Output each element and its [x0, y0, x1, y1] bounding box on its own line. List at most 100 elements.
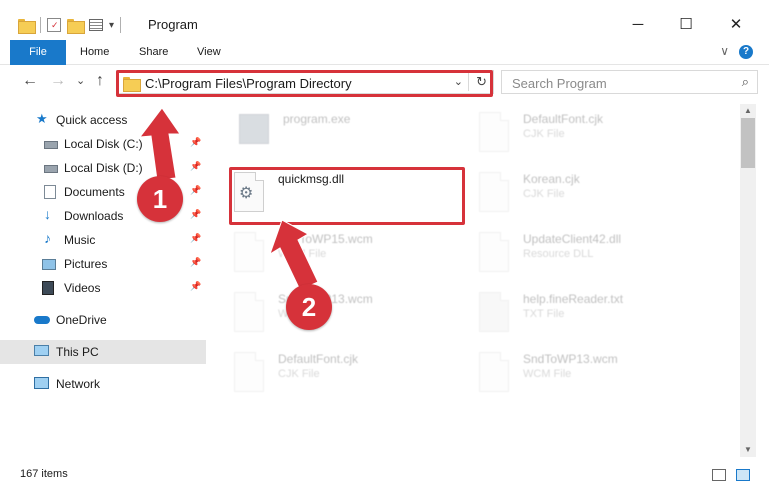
pin-icon[interactable]: 📌	[190, 281, 201, 292]
scroll-up-icon[interactable]: ▲	[744, 106, 752, 115]
callout-badge-1: 1	[137, 176, 183, 222]
sidebar-item-network[interactable]: Network	[0, 372, 206, 396]
sidebar-item-label: Videos	[64, 281, 101, 295]
sidebar-item-label: Quick access	[56, 113, 128, 127]
sidebar-item-local-disk-c[interactable]: Local Disk (C:) 📌	[0, 132, 206, 156]
file-icon	[479, 292, 509, 332]
videos-icon	[42, 281, 54, 295]
pin-icon[interactable]: 📌	[190, 257, 201, 268]
forward-button[interactable]: →	[50, 72, 66, 90]
file-name: help.fineReader.txt	[523, 292, 624, 306]
file-type: CJK File	[523, 188, 565, 200]
file-name: UpdateClient42.dll	[523, 232, 622, 246]
file-name: DefaultFont.cjk	[278, 352, 359, 366]
file-icon	[234, 352, 264, 392]
drive-icon	[44, 165, 58, 173]
list-item[interactable]: DefaultFont.cjk CJK File	[220, 348, 460, 400]
vertical-scrollbar[interactable]: ▲ ▼	[740, 104, 756, 457]
list-item[interactable]: DefaultFont.cjk CJK File	[465, 108, 705, 160]
sidebar-item-onedrive[interactable]: OneDrive	[0, 308, 206, 332]
pin-icon[interactable]: 📌	[190, 137, 201, 148]
sidebar-item-music[interactable]: ♪ Music 📌	[0, 228, 206, 252]
address-highlight-box	[116, 70, 493, 97]
cloud-icon	[34, 316, 50, 324]
item-count: 167 items	[20, 468, 68, 480]
sidebar-item-label: Downloads	[64, 209, 124, 223]
file-type: CJK File	[278, 368, 320, 380]
close-button[interactable]: ✕	[716, 10, 756, 38]
ribbon-tabs: File Home Share View ∨ ?	[0, 40, 769, 65]
recent-locations-button[interactable]: ⌄	[76, 74, 85, 87]
scroll-down-icon[interactable]: ▼	[744, 445, 752, 454]
scrollbar-thumb[interactable]	[741, 118, 755, 168]
sidebar-item-local-disk-d[interactable]: Local Disk (D:) 📌	[0, 156, 206, 180]
pin-icon[interactable]: 📌	[190, 161, 201, 172]
sidebar-item-label: OneDrive	[56, 313, 107, 327]
new-folder-icon[interactable]	[67, 18, 85, 34]
file-icon	[234, 292, 264, 332]
search-input[interactable]: Search Program	[512, 76, 607, 91]
sidebar-item-quick-access[interactable]: ★ Quick access	[0, 108, 206, 132]
list-item[interactable]: SndToWP15.wcm WCM File	[220, 228, 460, 280]
sidebar-item-videos[interactable]: Videos 📌	[0, 276, 206, 300]
up-button[interactable]: ↑	[96, 72, 104, 90]
help-icon[interactable]: ?	[739, 45, 753, 59]
qat-separator	[40, 17, 41, 33]
list-item[interactable]: UpdateClient42.dll Resource DLL	[465, 228, 705, 280]
minimize-button[interactable]: ─	[618, 10, 658, 38]
file-name: Korean.cjk	[523, 172, 580, 186]
quick-access-toolbar: ✓ ▾	[18, 14, 122, 36]
tab-share[interactable]: Share	[139, 40, 168, 65]
file-type: WCM File	[523, 368, 572, 380]
list-item[interactable]: program.exe	[225, 108, 465, 160]
file-type: CJK File	[523, 128, 565, 140]
list-item[interactable]: SndToWP13.wcm WCM File	[220, 288, 460, 340]
sidebar-item-label: Pictures	[64, 257, 108, 271]
window-title: Program	[148, 17, 198, 32]
file-name: program.exe	[283, 112, 351, 126]
search-box[interactable]: Search Program ⌕	[501, 70, 758, 94]
pin-icon[interactable]: 📌	[190, 185, 201, 196]
list-item[interactable]: help.fineReader.txt TXT File	[465, 288, 705, 340]
status-bar: 167 items	[0, 460, 769, 490]
sidebar-item-label: Music	[64, 233, 96, 247]
star-icon: ★	[36, 111, 48, 126]
qat-dropdown-icon[interactable]: ▾	[109, 20, 114, 31]
properties-icon[interactable]: ✓	[47, 18, 61, 32]
tab-home[interactable]: Home	[80, 40, 109, 65]
sidebar-item-label: Local Disk (D:)	[64, 161, 143, 175]
folder-icon	[18, 18, 36, 34]
pin-icon[interactable]: 📌	[190, 209, 201, 220]
search-icon[interactable]: ⌕	[742, 74, 749, 90]
list-item[interactable]: SndToWP13.wcm WCM File	[465, 348, 705, 400]
file-name: DefaultFont.cjk	[523, 112, 604, 126]
file-icon	[479, 232, 509, 272]
collapse-ribbon-icon[interactable]: ∨	[720, 44, 729, 58]
network-icon	[34, 377, 49, 389]
large-icons-view-icon[interactable]	[736, 469, 750, 481]
file-icon	[234, 232, 264, 272]
file-highlight-box	[229, 167, 465, 225]
pin-icon[interactable]: 📌	[190, 233, 201, 244]
music-icon: ♪	[44, 230, 51, 246]
maximize-button[interactable]: ☐	[666, 10, 706, 38]
file-name: SndToWP15.wcm	[278, 232, 373, 246]
exe-file-icon	[239, 114, 269, 144]
tab-view[interactable]: View	[197, 40, 221, 65]
sidebar-item-label: Documents	[64, 185, 125, 199]
list-item[interactable]: Korean.cjk CJK File	[465, 168, 705, 220]
sidebar-item-label: This PC	[56, 345, 99, 359]
file-name: SndToWP13.wcm	[523, 352, 618, 366]
drive-icon	[44, 141, 58, 149]
back-button[interactable]: ←	[22, 72, 38, 90]
rename-icon[interactable]	[89, 19, 103, 31]
tab-file[interactable]: File	[10, 40, 66, 65]
details-view-icon[interactable]	[712, 469, 726, 481]
sidebar-item-this-pc[interactable]: This PC	[0, 340, 206, 364]
sidebar-item-pictures[interactable]: Pictures 📌	[0, 252, 206, 276]
title-bar: ✓ ▾ Program ─ ☐ ✕	[0, 0, 769, 40]
file-icon	[479, 112, 509, 152]
documents-icon	[44, 185, 56, 199]
sidebar-item-label: Local Disk (C:)	[64, 137, 143, 151]
computer-icon	[34, 345, 49, 356]
